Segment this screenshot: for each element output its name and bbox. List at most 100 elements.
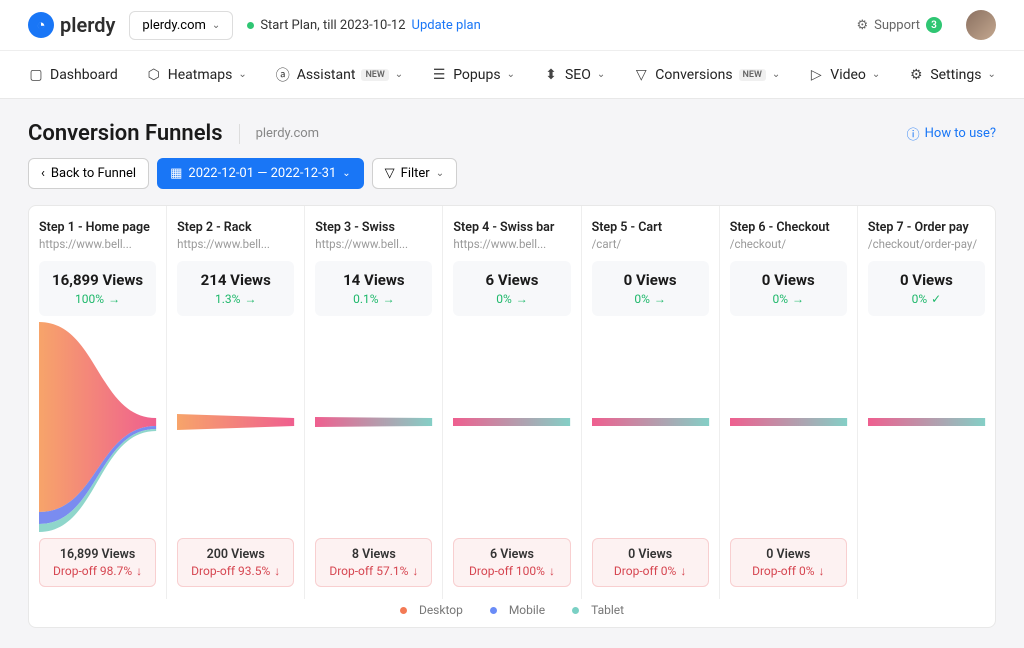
step-views: 16,899 Views <box>45 271 150 289</box>
nav-heatmaps[interactable]: ⬡Heatmaps⌄ <box>146 67 247 83</box>
nav-label: Popups <box>453 67 500 83</box>
dropoff-views: 8 Views <box>322 547 425 562</box>
page-title: Conversion Funnels <box>28 121 223 146</box>
nav-conversions[interactable]: ▽ConversionsNEW⌄ <box>633 67 780 83</box>
chevron-down-icon: ⌄ <box>395 69 403 80</box>
down-arrow-icon: ↓ <box>680 564 686 578</box>
dropoff-views: 0 Views <box>737 547 840 562</box>
arrow-icon: → <box>654 292 666 306</box>
back-to-funnel-button[interactable]: ‹Back to Funnel <box>28 158 149 189</box>
dropoff-views: 16,899 Views <box>46 547 149 562</box>
funnel-flow-chart <box>177 322 294 532</box>
play-icon: ▷ <box>808 67 824 83</box>
how-to-use-link[interactable]: ⓘHow to use? <box>907 124 996 143</box>
help-icon: ⓘ <box>907 124 920 143</box>
down-arrow-icon: ↓ <box>136 564 142 578</box>
step-pct: 100% → <box>45 292 150 306</box>
funnel-step: Step 6 - Checkout /checkout/ 0 Views 0% … <box>720 206 858 599</box>
funnel-flow-chart <box>592 322 709 532</box>
update-plan-link[interactable]: Update plan <box>412 18 481 33</box>
nav-seo[interactable]: ⬍ SEO ⌄ <box>543 67 605 83</box>
step-title: Step 7 - Order pay <box>868 220 985 235</box>
chevron-down-icon: ⌄ <box>507 69 515 80</box>
step-url: https://www.bell... <box>177 237 294 251</box>
funnel-step: Step 3 - Swiss https://www.bell... 14 Vi… <box>305 206 443 599</box>
step-views: 6 Views <box>459 271 564 289</box>
chevron-down-icon: ⌄ <box>212 20 220 31</box>
funnel-icon: ▽ <box>633 67 649 83</box>
back-label: Back to Funnel <box>51 166 136 181</box>
domain-selector[interactable]: plerdy.com ⌄ <box>129 11 233 40</box>
plan-info: Start Plan, till 2023-10-12 Update plan <box>247 18 480 33</box>
support-icon: ⚙ <box>856 18 868 33</box>
step-title: Step 5 - Cart <box>592 220 709 235</box>
step-pct: 1.3% → <box>183 292 288 306</box>
chevron-down-icon: ⌄ <box>597 69 605 80</box>
domain-label: plerdy.com <box>142 18 206 33</box>
step-url: /checkout/order-pay/ <box>868 237 985 251</box>
support-link[interactable]: ⚙ Support 3 <box>856 17 942 33</box>
funnel-flow-chart <box>730 322 847 532</box>
step-url: https://www.bell... <box>453 237 570 251</box>
funnel-step: Step 5 - Cart /cart/ 0 Views 0% → 0 View… <box>582 206 720 599</box>
brand-name: plerdy <box>60 13 115 37</box>
step-views: 214 Views <box>183 271 288 289</box>
nav-label: SEO <box>565 67 591 83</box>
step-views: 0 Views <box>874 271 979 289</box>
nav-settings[interactable]: ⚙Settings⌄ <box>908 67 996 83</box>
new-badge: NEW <box>361 69 388 81</box>
arrow-icon: → <box>108 292 120 306</box>
legend-mobile: Mobile <box>509 603 545 617</box>
page-subtitle: plerdy.com <box>256 126 320 141</box>
funnel-container: Step 1 - Home page https://www.bell... 1… <box>28 205 996 628</box>
step-title: Step 4 - Swiss bar <box>453 220 570 235</box>
step-pct: 0% → <box>736 292 841 306</box>
step-metrics: 6 Views 0% → <box>453 261 570 316</box>
step-views: 0 Views <box>598 271 703 289</box>
new-badge: NEW <box>739 69 766 81</box>
step-url: /checkout/ <box>730 237 847 251</box>
dropoff-pct: Drop-off 100% ↓ <box>460 564 563 578</box>
step-metrics: 0 Views 0% → <box>592 261 709 316</box>
dropoff-views: 200 Views <box>184 547 287 562</box>
dropoff-pct: Drop-off 98.7% ↓ <box>46 564 149 578</box>
status-dot-icon <box>247 22 254 29</box>
step-pct: 0% → <box>459 292 564 306</box>
funnel-step: Step 4 - Swiss bar https://www.bell... 6… <box>443 206 581 599</box>
arrow-icon: → <box>516 292 528 306</box>
nav-dashboard[interactable]: ▢Dashboard <box>28 67 118 83</box>
nav-assistant[interactable]: ⓐAssistantNEW⌄ <box>275 67 403 83</box>
chevron-down-icon: ⌄ <box>987 69 995 80</box>
step-title: Step 1 - Home page <box>39 220 156 235</box>
step-url: /cart/ <box>592 237 709 251</box>
legend-tablet: Tablet <box>591 603 624 617</box>
dropoff-pct: Drop-off 93.5% ↓ <box>184 564 287 578</box>
dropoff-pct: Drop-off 0% ↓ <box>599 564 702 578</box>
tablet-dot-icon <box>572 607 579 614</box>
step-metrics: 214 Views 1.3% → <box>177 261 294 316</box>
arrow-icon: → <box>792 292 804 306</box>
daterange-label: 2022-12-01 — 2022-12-31 <box>188 166 336 181</box>
nav-popups[interactable]: ☰ Popups ⌄ <box>431 67 515 83</box>
funnel-flow-chart <box>453 322 570 532</box>
step-title: Step 2 - Rack <box>177 220 294 235</box>
filter-button[interactable]: ▽Filter⌄ <box>372 158 457 189</box>
nav-label: Dashboard <box>50 67 118 83</box>
funnel-flow-chart <box>39 322 156 532</box>
filter-label: Filter <box>401 166 430 181</box>
logo[interactable]: ◔ plerdy <box>28 12 115 38</box>
step-pct: 0.1% → <box>321 292 426 306</box>
divider <box>239 124 240 144</box>
step-metrics: 0 Views 0% → <box>730 261 847 316</box>
chevron-down-icon: ⌄ <box>238 69 246 80</box>
ai-icon: ⓐ <box>275 67 291 83</box>
mobile-dot-icon <box>490 607 497 614</box>
nav-label: Video <box>830 67 866 83</box>
legend-desktop: Desktop <box>419 603 463 617</box>
avatar[interactable] <box>966 10 996 40</box>
nav-video[interactable]: ▷Video⌄ <box>808 67 880 83</box>
popup-icon: ☰ <box>431 67 447 83</box>
chevron-down-icon: ⌄ <box>772 69 780 80</box>
date-range-picker[interactable]: ▦2022-12-01 — 2022-12-31⌄ <box>157 158 364 189</box>
seo-icon: ⬍ <box>543 67 559 83</box>
